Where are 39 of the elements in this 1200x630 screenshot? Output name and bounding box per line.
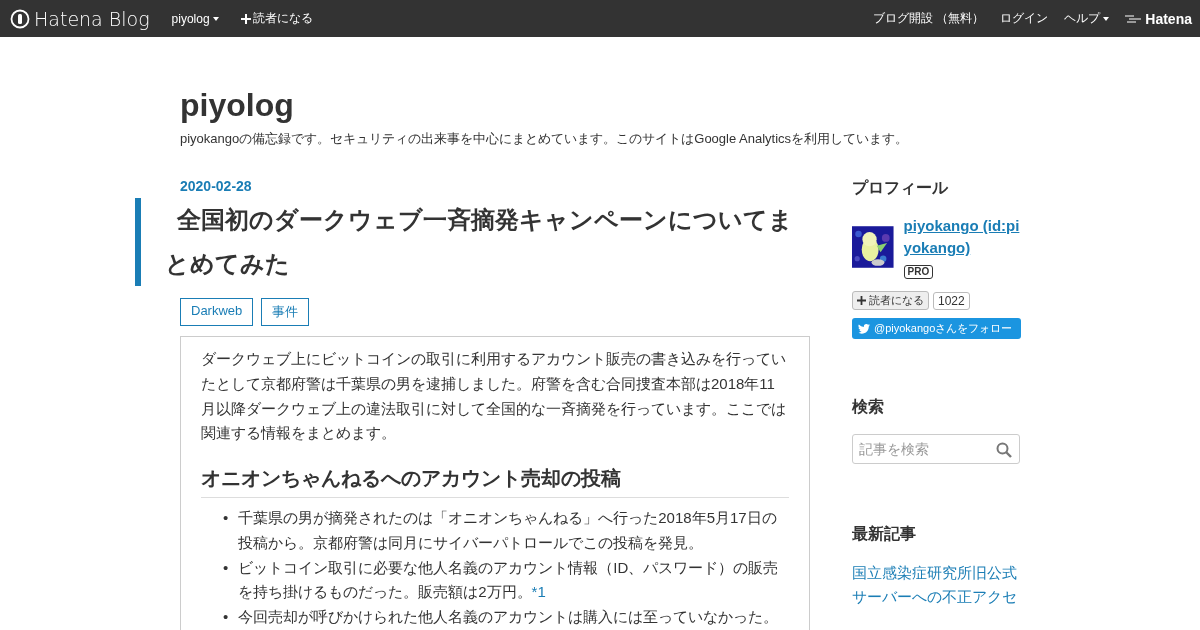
help-menu[interactable]: ヘルプ — [1064, 10, 1110, 27]
blog-menu[interactable]: piyolog — [171, 11, 219, 26]
plus-icon — [857, 296, 866, 305]
plus-icon — [240, 13, 251, 24]
section-heading: オニオンちゃんねるへのアカウント売却の投稿 — [201, 462, 789, 498]
logo-icon — [1125, 13, 1142, 24]
nav-link[interactable]: ログイン — [1000, 10, 1049, 27]
category-tag[interactable]: Darkweb — [180, 298, 254, 326]
search-icon — [996, 442, 1012, 458]
article-link[interactable]: 国立感染症研究所旧公式サーバーへの不正アクセ — [852, 561, 1022, 609]
caret-icon — [1103, 16, 1110, 21]
subscribe-link[interactable]: 読者になる — [240, 10, 313, 27]
blog-title[interactable]: piyolog — [180, 87, 1200, 124]
bullet-mark: • — [223, 607, 229, 627]
footnote-link[interactable]: *1 — [531, 583, 546, 601]
subscriber-count: 1022 — [933, 291, 970, 310]
bullet-mark: • — [223, 557, 229, 578]
blog-description: piyokangoの備忘録です。セキュリティの出来事を中心にまとめています。このサイトはGoogle Analyticsを利用しています。 — [180, 130, 910, 148]
pro-badge: PRO — [903, 265, 934, 279]
bullet-mark: • — [223, 508, 229, 528]
list-item: ビットコイン取引に必要な他人名義のアカウント情報（ID、パスワード）の販売を持ち掛けるものだった。販売額は2万円。*1 — [238, 557, 780, 603]
list-item: 今回売却が呼びかけられた他人名義のアカウントは購入には至っていなかった。 — [238, 607, 780, 627]
search-heading: 検索 — [852, 397, 885, 417]
hatena-logo[interactable]: Hatena — [1125, 10, 1192, 27]
caret-icon — [212, 16, 219, 21]
entry-title[interactable]: 全国初のダークウェブ一斉摘発キャンペーンについてまとめてみた — [135, 198, 810, 286]
category-tag[interactable]: 事件 — [261, 298, 310, 326]
subscribe-button[interactable]: 読者になる — [852, 291, 929, 310]
profile-heading: プロフィール — [852, 178, 949, 198]
bird-icon — [858, 323, 870, 334]
intro-paragraph: ダークウェブ上にビットコインの取引に利用するアカウント販売の書き込みを行っていたとして京都府警は千葉県の男を逮捕しました。府警を含む合同捜査本部は2018年11月以降ダークウェブ上の違法取引に対して全国的な一斉摘発を行っています。ここでは関連する情報をまとめます。 — [201, 349, 787, 444]
nav-link[interactable]: ブログ開設 （無料） — [872, 10, 985, 27]
list-item: 千葉県の男が摘発されたのは「オニオンちゃんねる」へ行った2018年5月17日の投稿から。京都府警は同月にサイバーパトロールでこの投稿を発見。 — [238, 508, 778, 553]
recent-articles-heading: 最新記事 — [852, 524, 917, 544]
search-field[interactable]: 記事を検索 — [852, 434, 1020, 464]
logo-icon — [10, 8, 30, 29]
hatena-blog-logo[interactable]: Hatena Blog — [10, 7, 150, 30]
profile-name-link[interactable]: piyokango (id:piyokango) — [903, 215, 1022, 259]
entry-date[interactable]: 2020-02-28 — [180, 178, 810, 194]
